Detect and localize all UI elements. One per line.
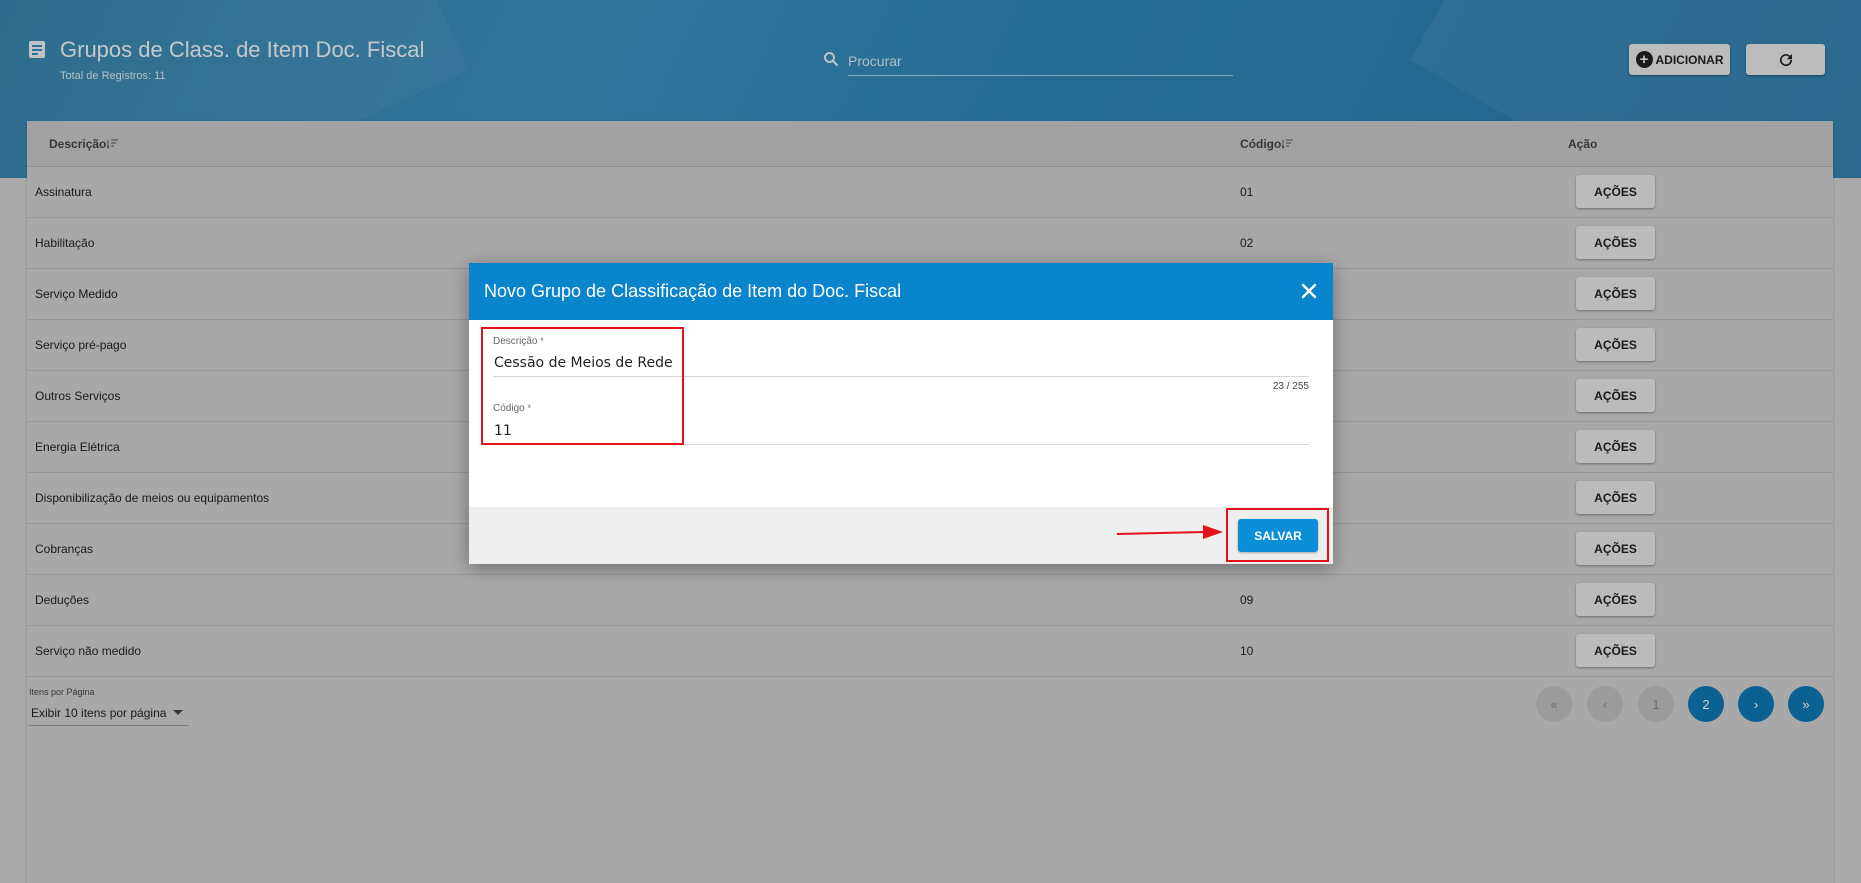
close-icon[interactable] xyxy=(1299,281,1319,301)
annotation-arrow-icon xyxy=(1116,525,1223,539)
annotation-highlight-save xyxy=(1226,508,1329,562)
dialog-header: Novo Grupo de Classificação de Item do D… xyxy=(469,263,1333,320)
annotation-highlight-fields xyxy=(481,327,684,445)
dialog-title: Novo Grupo de Classificação de Item do D… xyxy=(484,281,902,301)
char-counter: 23 / 255 xyxy=(1272,381,1309,392)
